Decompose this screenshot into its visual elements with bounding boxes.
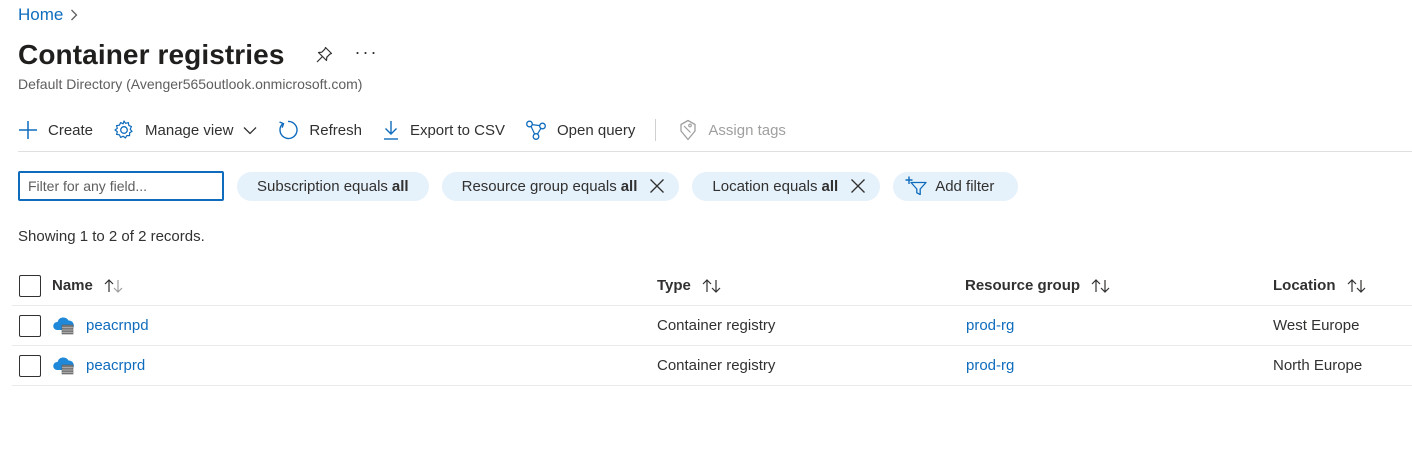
refresh-icon [279,120,299,140]
sort-arrows-icon[interactable] [1346,278,1368,294]
assign-tags-button[interactable]: Assign tags [678,119,786,141]
add-filter-button[interactable]: Add filter [893,171,1019,201]
tag-icon [680,119,697,141]
column-header-location[interactable]: Location [1273,277,1336,294]
column-header-resource-group[interactable]: Resource group [965,277,1080,294]
open-query-label: Open query [557,121,636,139]
filter-pill-label: Subscription equals [257,177,388,195]
resource-name-link[interactable]: peacrnpd [86,317,149,334]
sort-arrows-icon[interactable] [701,278,723,294]
title-row: Container registries ··· [18,36,379,74]
filter-add-icon [905,176,927,196]
resource-name-link[interactable]: peacrprd [86,357,145,374]
breadcrumb-home-link[interactable]: Home [18,5,63,25]
filter-pill-resource-group[interactable]: Resource group equals all [441,171,680,201]
gear-icon [114,120,133,139]
more-options-button[interactable]: ··· [355,42,379,63]
create-label: Create [48,121,94,139]
open-query-button[interactable]: Open query [525,119,635,141]
filter-pill-label: Location equals [712,177,818,195]
filter-bar: Subscription equals all Resource group e… [18,171,1019,201]
resource-table: Name Type Resource group Location peacrn… [12,266,1412,386]
refresh-button[interactable]: Refresh [277,119,362,141]
column-header-type[interactable]: Type [657,277,691,294]
filter-pill-value: all [821,177,839,195]
create-button[interactable]: Create [18,120,93,140]
container-registry-icon [52,356,76,376]
close-icon[interactable] [850,178,866,194]
add-filter-label: Add filter [935,177,995,195]
page-subtitle: Default Directory (Avenger565outlook.onm… [18,76,363,92]
sort-arrows-icon[interactable] [1090,278,1112,294]
export-csv-label: Export to CSV [409,121,505,139]
chevron-down-icon [243,126,257,134]
resource-type: Container registry [657,317,776,334]
resource-type: Container registry [657,357,776,374]
select-all-checkbox[interactable] [19,274,41,297]
toolbar-divider [655,119,657,141]
share-nodes-icon [526,120,546,140]
filter-pill-value: all [620,177,638,195]
row-checkbox[interactable] [19,354,41,377]
filter-input[interactable] [18,171,224,201]
resource-location: North Europe [1273,357,1363,374]
chevron-right-icon [70,9,78,21]
manage-view-button[interactable]: Manage view [113,119,257,141]
records-count: Showing 1 to 2 of 2 records. [18,228,205,245]
container-registry-icon [52,316,76,336]
filter-pill-subscription[interactable]: Subscription equals all [237,171,429,201]
resource-group-link[interactable]: prod-rg [966,317,1014,334]
pin-icon[interactable] [315,46,333,64]
column-header-name[interactable]: Name [52,277,93,294]
export-csv-button[interactable]: Export to CSV [382,119,505,141]
breadcrumb: Home [18,4,78,26]
table-header-row: Name Type Resource group Location [12,266,1412,306]
toolbar-separator [18,151,1412,152]
row-checkbox[interactable] [19,314,41,337]
download-icon [383,121,398,140]
sort-arrows-icon[interactable] [103,278,125,294]
manage-view-label: Manage view [145,121,234,139]
filter-pill-label: Resource group equals [461,177,617,195]
close-icon[interactable] [649,178,665,194]
filter-pill-value: all [391,177,409,195]
table-row: peacrprd Container registry prod-rg Nort… [12,346,1412,386]
assign-tags-label: Assign tags [708,121,786,139]
page-title: Container registries [18,39,285,70]
refresh-label: Refresh [309,121,362,139]
plus-icon [19,121,37,139]
resource-location: West Europe [1273,317,1360,334]
resource-group-link[interactable]: prod-rg [966,357,1014,374]
command-bar: Create Manage view Refresh Export to CSV… [18,114,806,146]
table-row: peacrnpd Container registry prod-rg West… [12,306,1412,346]
filter-pill-location[interactable]: Location equals all [692,171,881,201]
